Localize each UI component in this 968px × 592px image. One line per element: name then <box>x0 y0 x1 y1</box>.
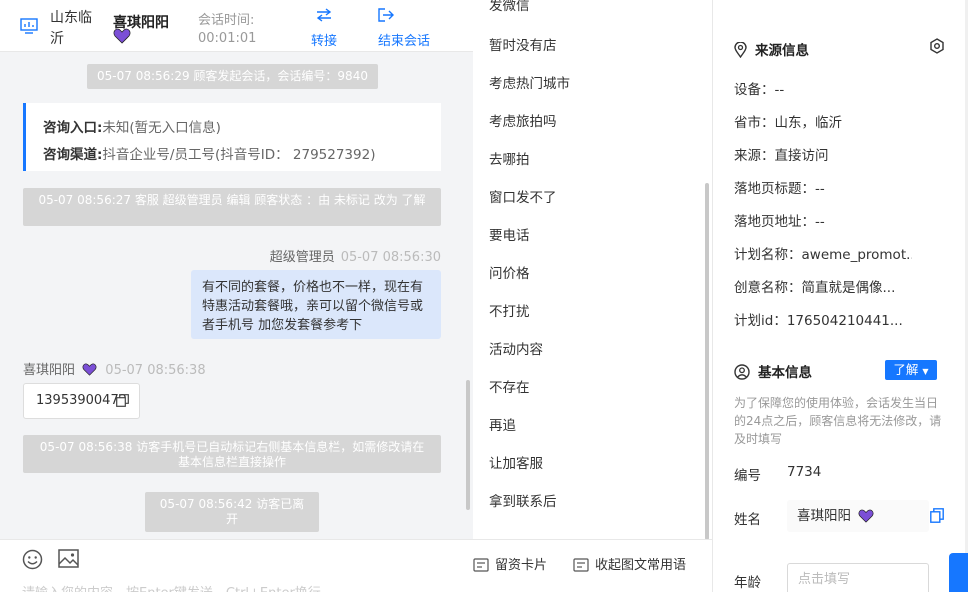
monitor-icon <box>20 18 38 34</box>
source-info: 来源：直接访问 <box>734 148 829 164</box>
consult-entry: 咨询入口:未知(暂无入口信息) <box>43 116 221 136</box>
customer-id-label: 编号 <box>734 468 761 484</box>
creative-name-info: 创意名称：简直就是偶像... <box>734 280 896 296</box>
visitor-message: 13953900472 <box>23 383 140 419</box>
chat-scrollbar[interactable] <box>466 380 470 510</box>
consult-channel-value: 抖音企业号/员工号(抖音号ID： 279527392) <box>102 147 376 163</box>
location-pin-icon <box>734 41 747 59</box>
image-icon[interactable] <box>58 549 79 568</box>
card-icon <box>473 558 489 572</box>
copy-icon[interactable] <box>930 508 944 523</box>
basic-info-label: 基本信息 <box>758 365 812 381</box>
customer-location: 山东临沂 <box>50 10 92 47</box>
landing-title-info: 落地页标题：-- <box>734 181 825 197</box>
system-message: 05-07 08:56:29 顾客发起会话，会话编号：9840 <box>87 64 378 89</box>
phrase-item[interactable]: 发微信 <box>489 0 530 14</box>
message-input[interactable]: 请输入您的内容，按Enter键发送，Ctrl+Enter换行 <box>22 582 321 592</box>
collapse-phrases-label: 收起图文常用语 <box>595 558 687 573</box>
copy-icon[interactable] <box>116 394 129 407</box>
lead-card-label: 留资卡片 <box>495 558 548 573</box>
lead-card-button[interactable]: 留资卡片 <box>473 554 547 573</box>
consult-channel-label: 咨询渠道: <box>43 147 103 163</box>
phrase-item[interactable]: 考虑热门城市 <box>489 72 570 92</box>
age-input[interactable] <box>787 563 929 592</box>
customer-id-value: 7734 <box>787 464 822 480</box>
system-message: 05-07 08:56:27 客服 超级管理员 编辑 顾客状态 ：由 未标记 改… <box>23 188 441 226</box>
customer-name-value: 喜琪阳阳 <box>797 508 851 524</box>
session-time: 00:01:01 <box>198 31 257 46</box>
phrase-item[interactable]: 去哪拍 <box>489 148 530 168</box>
floating-help-button[interactable] <box>949 553 968 592</box>
visitor-name: 喜琪阳阳 <box>23 363 76 378</box>
plan-id-info: 计划id：176504210441... <box>734 313 903 329</box>
end-session-button[interactable]: 结束会话 <box>378 8 430 49</box>
agent-message: 有不同的套餐，价格也不一样，现在有特惠活动套餐哦，亲可以留个微信号或者手机号 加… <box>191 270 441 339</box>
heart-icon <box>82 363 97 376</box>
consult-channel: 咨询渠道:抖音企业号/员工号(抖音号ID： 279527392) <box>43 143 375 163</box>
agent-name: 超级管理员 <box>269 250 335 265</box>
landing-url-info: 落地页地址：-- <box>734 214 825 230</box>
agent-meta: 超级管理员 05-07 08:56:30 <box>270 246 441 265</box>
settings-icon[interactable] <box>929 38 945 54</box>
heart-icon <box>113 28 131 44</box>
quick-phrase-panel: 发微信 暂时没有店 考虑热门城市 考虑旅拍吗 去哪拍 窗口发不了 要电话 问价格… <box>473 0 713 592</box>
system-message: 05-07 08:56:42 访客已离开 <box>145 492 319 532</box>
end-session-label: 结束会话 <box>378 34 431 49</box>
visitor-time: 05-07 08:56:38 <box>105 363 206 378</box>
session-time-label: 会话时间: <box>198 13 255 28</box>
customer-name-label: 姓名 <box>734 512 761 528</box>
consult-info-card: 咨询入口:未知(暂无入口信息) 咨询渠道:抖音企业号/员工号(抖音号ID： 27… <box>23 103 441 171</box>
edit-notice: 为了保障您的使用体验，会话发生当日的24点之后，顾客信息将无法修改，请及时填写 <box>734 396 942 446</box>
phrase-scrollbar[interactable] <box>705 183 709 540</box>
phrase-item[interactable]: 让加客服 <box>489 452 543 472</box>
phrase-item[interactable]: 考虑旅拍吗 <box>489 110 557 130</box>
visitor-meta: 喜琪阳阳 05-07 08:56:38 <box>23 359 206 378</box>
province-info: 省市：山东，临沂 <box>734 115 842 131</box>
plan-name-info: 计划名称：aweme_promot... <box>734 247 912 263</box>
consult-entry-value: 未知(暂无入口信息) <box>102 120 221 136</box>
basic-info-title: 基本信息 <box>734 361 812 381</box>
customer-status-dropdown[interactable]: 了解 ▼ <box>885 360 937 380</box>
phrase-item[interactable]: 活动内容 <box>489 338 543 358</box>
agent-time: 05-07 08:56:30 <box>340 250 441 265</box>
exit-icon <box>378 8 430 26</box>
message-icon <box>573 558 589 572</box>
consult-entry-label: 咨询入口: <box>43 120 103 136</box>
emoji-icon[interactable] <box>22 549 43 570</box>
phrase-item[interactable]: 不打扰 <box>489 300 530 320</box>
source-info-title: 来源信息 <box>734 39 809 59</box>
phrase-item[interactable]: 暂时没有店 <box>489 34 557 54</box>
system-message: 05-07 08:56:38 访客手机号已自动标记右侧基本信息栏，如需修改请在基… <box>23 435 441 473</box>
phrase-item[interactable]: 要电话 <box>489 224 530 244</box>
transfer-button[interactable]: 转接 <box>311 8 337 49</box>
visitor-message-text: 13953900472 <box>36 393 127 408</box>
chat-panel: 山东临沂 喜琪阳阳 会话时间: 00:01:01 转接 结束会话 05-07 0… <box>0 0 473 592</box>
source-info-label: 来源信息 <box>755 43 809 59</box>
customer-age-label: 年龄 <box>734 575 761 591</box>
heart-icon <box>858 509 874 523</box>
collapse-phrases-button[interactable]: 收起图文常用语 <box>573 554 686 573</box>
phrase-item[interactable]: 再追 <box>489 414 516 434</box>
customer-info-panel: 来源信息 设备：-- 省市：山东，临沂 来源：直接访问 落地页标题：-- 落地页… <box>713 0 968 592</box>
phrase-item[interactable]: 拿到联系后 <box>489 490 557 510</box>
chat-header: 山东临沂 喜琪阳阳 会话时间: 00:01:01 转接 结束会话 <box>0 0 473 52</box>
user-icon <box>734 364 750 380</box>
phrase-item[interactable]: 不存在 <box>489 376 530 396</box>
phrase-item[interactable]: 问价格 <box>489 262 530 282</box>
phrase-item[interactable]: 窗口发不了 <box>489 186 557 206</box>
caret-down-icon: ▼ <box>922 367 929 376</box>
phrase-footer: 留资卡片 收起图文常用语 <box>473 539 712 592</box>
compose-area: 请输入您的内容，按Enter键发送，Ctrl+Enter换行 <box>0 539 473 592</box>
customer-name-field[interactable]: 喜琪阳阳 <box>787 500 929 532</box>
device-info: 设备：-- <box>734 82 785 98</box>
transfer-label: 转接 <box>311 34 338 49</box>
customer-status-label: 了解 <box>893 362 919 377</box>
transfer-icon <box>311 8 337 26</box>
